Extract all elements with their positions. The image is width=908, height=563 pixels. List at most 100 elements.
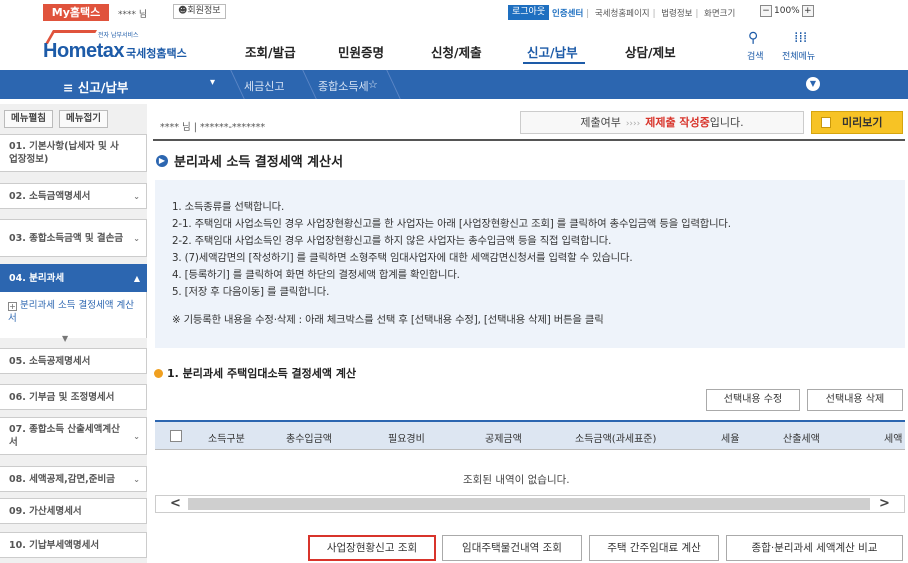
sidebar-item-tax-calc[interactable]: 07. 종합소득 산출세액계산서 ⌄ [0,417,147,455]
column-header: 세액 [884,434,903,445]
sidebar-item-separate-taxation[interactable]: 04. 분리과세 ▲ [0,264,147,292]
sidebar-item-label: 10. 기납부세액명세서 [9,539,100,551]
guide-line: 5. [저장 후 다음이동] 를 클릭합니다. [172,286,330,298]
zoom-out-button[interactable]: − [760,5,772,17]
page-title-text: 분리과세 소득 결정세액 계산서 [174,155,344,170]
sidebar-item-label: 03. 종합소득금액 및 결손금 [9,232,124,244]
nav-apply[interactable]: 신청/제출 [431,42,482,61]
logo-tagline: 전자 납부서비스 [98,32,139,39]
sidebar-item-basic-info[interactable]: 01. 기본사항(납세자 및 사업장정보) [0,134,147,172]
sidebar-item-label: 06. 기부금 및 조정명세서 [9,391,115,403]
empty-message: 조회된 내역이 없습니다. [463,474,570,486]
chevron-down-icon: ⌄ [133,191,140,201]
user-info-button[interactable]: ☻회원정보 [173,4,226,19]
sidebar-subitem-label: 분리과세 소득 결정세액 계산서 [8,300,134,324]
preview-button[interactable]: 미리보기 [811,111,903,134]
delete-selected-button[interactable]: 선택내용 삭제 [807,389,903,411]
submit-status-suffix: 입니다. [709,116,744,129]
sidebar-item-label: 04. 분리과세 [9,272,65,284]
zoom-in-button[interactable]: + [801,5,814,17]
chevron-up-icon: ▲ [133,273,140,283]
select-all-checkbox[interactable] [170,430,182,442]
user-name: **** 님 [118,10,148,20]
guide-line: 2-1. 주택임대 사업소득인 경우 사업장현황신고를 한 사업자는 아래 [사… [172,218,731,230]
sidebar-item-penalty[interactable]: 09. 가산세명세서 [0,498,147,524]
nav-consult[interactable]: 상담/제보 [625,42,676,61]
deemed-rent-calc-button[interactable]: 주택 간주임대료 계산 [589,535,719,561]
caret-down-icon[interactable]: ▾ [210,77,215,88]
breadcrumb-separator [289,70,317,99]
zoom-control: − 100% + [760,5,814,17]
chevron-down-icon: ▼ [62,334,69,343]
scroll-down-icon[interactable]: ▼ [806,77,820,91]
user-id-line: **** 님 | ******-******* [160,122,266,133]
scroll-left-icon[interactable]: < [170,496,181,511]
link-cert-center[interactable]: 인증센터 [552,9,583,19]
scroll-right-icon[interactable]: > [879,496,890,511]
menu-toggle[interactable]: ≡ 신고/납부 [63,77,128,96]
sidebar-subitem-separate-tax-calc[interactable]: + 분리과세 소득 결정세액 계산서 [0,292,147,338]
sidebar-item-prepaid-tax[interactable]: 10. 기납부세액명세서 [0,532,147,558]
zoom-label: 화면크기 [704,9,736,19]
column-header: 세율 [721,434,740,445]
sidebar-item-donation[interactable]: 06. 기부금 및 조정명세서 [0,384,147,410]
logo-text: Hometax [43,40,124,62]
sidebar-item-label: 07. 종합소득 산출세액계산서 [9,424,120,448]
sidebar-item-label: 02. 소득금액명세서 [9,190,91,202]
nav-certificate[interactable]: 민원증명 [338,42,384,61]
breadcrumb-income-tax[interactable]: 종합소득세 [318,78,369,94]
hometax-logo[interactable]: 전자 납부서비스 Hometax 국세청홈택스 [43,28,193,64]
page-title: ▶ 분리과세 소득 결정세액 계산서 [156,151,343,170]
edit-selected-button[interactable]: 선택내용 수정 [706,389,800,411]
sidebar-item-total-income[interactable]: 03. 종합소득금액 및 결손금 ⌄ [0,219,147,257]
guide-line: 1. 소득종류를 선택합니다. [172,201,285,213]
top-utility-bar: My홈택스 **** 님 ☻회원정보 로그아웃 인증센터 | 국세청홈페이지 | 법… [0,0,908,22]
column-header: 소득구분 [208,434,245,445]
grid-menu-icon[interactable]: ⁞⁞⁞ [794,30,807,46]
nav-active-underline [523,62,585,64]
guide-line: 2-2. 주택임대 사업소득인 경우 사업장현황신고를 하지 않은 사업자는 총… [172,235,612,247]
submit-status: 제출여부 ›››› 제제출 작성중입니다. [520,111,804,134]
star-icon[interactable]: ☆ [368,78,378,91]
plus-box-icon: + [8,302,17,311]
section-title-text: 1. 분리과세 주택임대소득 결정세액 계산 [167,367,357,380]
arrows-icon: ›››› [625,119,641,129]
rental-house-inquiry-button[interactable]: 임대주택물건내역 조회 [442,535,582,561]
top-links: 인증센터 | 국세청홈페이지 | 법령정보 | 화면크기 [552,9,736,19]
sidebar-item-deduction[interactable]: 05. 소득공제명세서 [0,348,147,374]
menu-label: 신고/납부 [77,80,129,95]
my-hometax-tab[interactable]: My홈택스 [43,4,109,21]
column-header: 총수입금액 [286,434,332,445]
sidebar-item-label: 05. 소득공제명세서 [9,355,91,367]
bullet-dot-icon [154,368,163,378]
business-report-inquiry-button[interactable]: 사업장현황신고 조회 [308,535,436,561]
nav-inquiry[interactable]: 조회/발급 [245,42,296,61]
horizontal-scrollbar[interactable]: < > [155,495,905,513]
scrollbar-thumb[interactable] [188,498,870,510]
preview-label: 미리보기 [842,116,883,129]
column-header: 소득금액(과세표준) [575,434,657,445]
logo-subtitle: 국세청홈택스 [126,47,187,60]
breadcrumb-separator [217,70,245,99]
sidebar-item-income-statement[interactable]: 02. 소득금액명세서 ⌄ [0,183,147,209]
logout-button[interactable]: 로그아웃 [508,5,550,20]
chevron-down-icon: ⌄ [133,431,140,441]
sidebar: 메뉴펼침 메뉴접기 01. 기본사항(납세자 및 사업장정보) 02. 소득금액… [0,104,147,563]
search-label[interactable]: 검색 [747,49,764,62]
link-nts-homepage[interactable]: 국세청홈페이지 [595,9,650,19]
guide-line: 3. (7)세액감면의 [작성하기] 를 클릭하면 소형주택 임대사업자에 대한… [172,252,633,264]
tax-comparison-button[interactable]: 종합·분리과세 세액계산 비교 [726,535,903,561]
breadcrumb-tax-filing[interactable]: 세금신고 [244,78,284,94]
all-menu-label[interactable]: 전체메뉴 [782,49,815,62]
hamburger-icon: ≡ [63,80,78,95]
search-icon[interactable]: ⚲ [748,30,758,46]
link-law-info[interactable]: 법령정보 [661,9,692,19]
bullet-arrow-icon: ▶ [156,154,168,167]
column-header: 산출세액 [783,434,820,445]
nav-filing-payment[interactable]: 신고/납부 [527,42,578,61]
sidebar-item-tax-credit[interactable]: 08. 세액공제,감면,준비금 ⌄ [0,466,147,492]
menu-collapse-button[interactable]: 메뉴접기 [58,110,108,128]
guide-box: 1. 소득종류를 선택합니다. 2-1. 주택임대 사업소득인 경우 사업장현황… [155,180,905,348]
menu-expand-button[interactable]: 메뉴펼침 [4,110,53,128]
column-header: 필요경비 [388,434,425,445]
